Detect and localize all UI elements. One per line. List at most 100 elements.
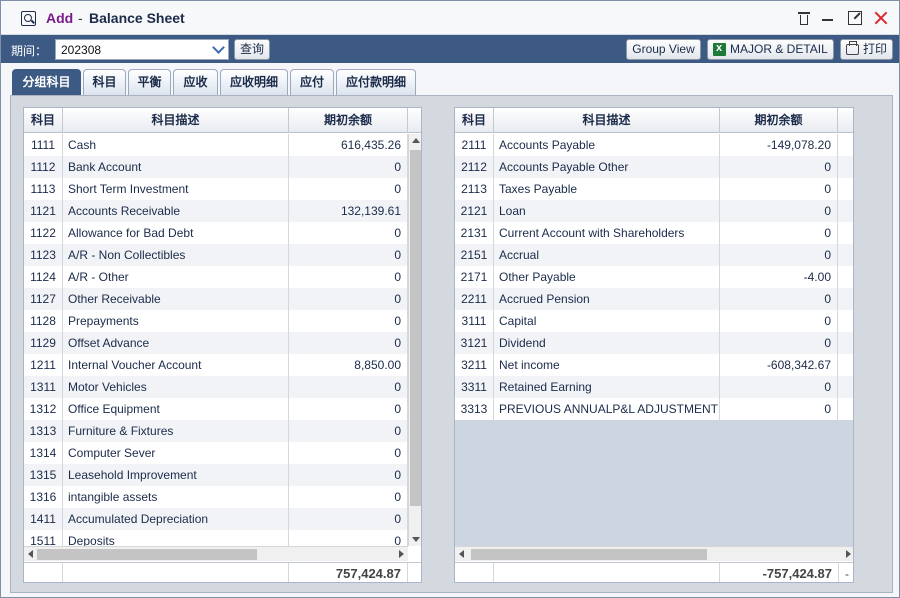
column-header-code[interactable]: 科目 bbox=[455, 108, 494, 133]
opening-balance: 0 bbox=[720, 332, 838, 354]
opening-balance: 132,139.61 bbox=[289, 200, 408, 222]
table-row[interactable]: 1211 Internal Voucher Account 8,850.00 bbox=[24, 354, 421, 376]
account-code: 1411 bbox=[24, 508, 63, 530]
account-code: 2151 bbox=[455, 244, 494, 266]
title-bar: Add - Balance Sheet bbox=[1, 1, 899, 35]
horizontal-scrollbar[interactable] bbox=[24, 546, 408, 561]
table-row[interactable]: 2211 Accrued Pension 0 bbox=[455, 288, 853, 310]
print-button[interactable]: 打印 bbox=[840, 39, 893, 60]
table-row[interactable]: 1121 Accounts Receivable 132,139.61 bbox=[24, 200, 421, 222]
table-row[interactable]: 3111 Capital 0 bbox=[455, 310, 853, 332]
scroll-thumb[interactable] bbox=[37, 549, 257, 560]
table-row[interactable]: 3313 PREVIOUS ANNUALP&L ADJUSTMENT 0 bbox=[455, 398, 853, 420]
table-row[interactable]: 2111 Accounts Payable -149,078.20 bbox=[455, 134, 853, 156]
vertical-scrollbar[interactable] bbox=[408, 134, 421, 546]
tab-receivable[interactable]: 应收 bbox=[173, 69, 218, 95]
grid-header: 科目 科目描述 期初余额 bbox=[455, 108, 853, 133]
account-description: Short Term Investment bbox=[63, 178, 289, 200]
grid-empty-area bbox=[455, 420, 853, 546]
account-description: PREVIOUS ANNUALP&L ADJUSTMENT bbox=[494, 398, 720, 420]
table-row[interactable]: 2151 Accrual 0 bbox=[455, 244, 853, 266]
table-row[interactable]: 2131 Current Account with Shareholders 0 bbox=[455, 222, 853, 244]
account-code: 3111 bbox=[455, 310, 494, 332]
column-header-code[interactable]: 科目 bbox=[24, 108, 63, 133]
scroll-thumb[interactable] bbox=[471, 549, 707, 560]
table-row[interactable]: 1127 Other Receivable 0 bbox=[24, 288, 421, 310]
column-header-opening-balance[interactable]: 期初余额 bbox=[720, 108, 838, 133]
table-row[interactable]: 1123 A/R - Non Collectibles 0 bbox=[24, 244, 421, 266]
major-detail-button[interactable]: MAJOR & DETAIL bbox=[707, 39, 834, 60]
account-code: 2211 bbox=[455, 288, 494, 310]
table-row[interactable]: 1122 Allowance for Bad Debt 0 bbox=[24, 222, 421, 244]
table-row[interactable]: 1312 Office Equipment 0 bbox=[24, 398, 421, 420]
account-description: Current Account with Shareholders bbox=[494, 222, 720, 244]
liabilities-rows: 2111 Accounts Payable -149,078.20 2112 Accou… bbox=[455, 134, 853, 420]
table-row[interactable]: 1124 A/R - Other 0 bbox=[24, 266, 421, 288]
excel-icon bbox=[713, 39, 726, 58]
account-description: Bank Account bbox=[63, 156, 289, 178]
table-row[interactable]: 3311 Retained Earning 0 bbox=[455, 376, 853, 398]
table-row[interactable]: 1128 Prepayments 0 bbox=[24, 310, 421, 332]
tab-accounts[interactable]: 科目 bbox=[83, 69, 126, 95]
account-code: 1316 bbox=[24, 486, 63, 508]
account-code: 2113 bbox=[455, 178, 494, 200]
table-row[interactable]: 2112 Accounts Payable Other 0 bbox=[455, 156, 853, 178]
scroll-thumb[interactable] bbox=[410, 150, 421, 506]
account-description: Net income bbox=[494, 354, 720, 376]
table-row[interactable]: 3121 Dividend 0 bbox=[455, 332, 853, 354]
table-row[interactable]: 1314 Computer Sever 0 bbox=[24, 442, 421, 464]
tab-bar: 分组科目 科目 平衡 应收 应收明细 应付 应付款明细 bbox=[1, 63, 899, 95]
close-icon[interactable] bbox=[873, 10, 889, 26]
arrow-up-icon[interactable] bbox=[412, 138, 420, 143]
arrow-left-icon[interactable] bbox=[28, 550, 33, 558]
account-description: Computer Sever bbox=[63, 442, 289, 464]
account-description: A/R - Non Collectibles bbox=[63, 244, 289, 266]
account-description: Offset Advance bbox=[63, 332, 289, 354]
arrow-down-icon[interactable] bbox=[412, 537, 420, 542]
arrow-left-icon[interactable] bbox=[459, 550, 464, 558]
group-view-button[interactable]: Group View bbox=[626, 39, 701, 60]
table-row[interactable]: 1111 Cash 616,435.26 bbox=[24, 134, 421, 156]
table-row[interactable]: 2171 Other Payable -4.00 bbox=[455, 266, 853, 288]
column-header-opening-balance[interactable]: 期初余额 bbox=[289, 108, 408, 133]
table-row[interactable]: 1129 Offset Advance 0 bbox=[24, 332, 421, 354]
table-row[interactable]: 1313 Furniture & Fixtures 0 bbox=[24, 420, 421, 442]
query-button[interactable]: 查询 bbox=[234, 39, 270, 60]
horizontal-scrollbar[interactable] bbox=[455, 546, 853, 561]
account-code: 2112 bbox=[455, 156, 494, 178]
table-row[interactable]: 1113 Short Term Investment 0 bbox=[24, 178, 421, 200]
trash-icon[interactable] bbox=[796, 10, 812, 26]
tab-receivable-detail[interactable]: 应收明细 bbox=[220, 69, 288, 95]
tab-balance[interactable]: 平衡 bbox=[128, 69, 171, 95]
period-select[interactable]: 202308 bbox=[55, 39, 229, 60]
tab-content: 科目 科目描述 期初余额 1111 Cash 616,435.26 1112 Bank … bbox=[10, 95, 893, 593]
account-code: 1128 bbox=[24, 310, 63, 332]
opening-balance: 0 bbox=[720, 156, 838, 178]
title-separator: - bbox=[78, 10, 83, 26]
account-code: 1113 bbox=[24, 178, 63, 200]
period-label: 期间： bbox=[11, 44, 48, 58]
chevron-down-icon[interactable] bbox=[212, 43, 224, 55]
liabilities-grid: 科目 科目描述 期初余额 2111 Accounts Payable -149,07… bbox=[454, 107, 854, 583]
major-detail-label: MAJOR & DETAIL bbox=[730, 42, 828, 56]
table-row[interactable]: 1311 Motor Vehicles 0 bbox=[24, 376, 421, 398]
arrow-right-icon[interactable] bbox=[399, 550, 404, 558]
table-row[interactable]: 3211 Net income -608,342.67 bbox=[455, 354, 853, 376]
tab-payable-detail[interactable]: 应付款明细 bbox=[336, 69, 416, 95]
column-header-description[interactable]: 科目描述 bbox=[494, 108, 720, 133]
column-header-description[interactable]: 科目描述 bbox=[63, 108, 289, 133]
maximize-icon[interactable] bbox=[847, 10, 863, 26]
tab-payable[interactable]: 应付 bbox=[290, 69, 334, 95]
tab-group-accounts[interactable]: 分组科目 bbox=[12, 69, 81, 95]
title-mode: Add bbox=[46, 10, 74, 26]
minimize-icon[interactable] bbox=[820, 10, 836, 26]
arrow-right-icon[interactable] bbox=[846, 550, 851, 558]
account-description: Other Receivable bbox=[63, 288, 289, 310]
table-row[interactable]: 1315 Leasehold Improvement 0 bbox=[24, 464, 421, 486]
table-row[interactable]: 2113 Taxes Payable 0 bbox=[455, 178, 853, 200]
table-row[interactable]: 1411 Accumulated Depreciation 0 bbox=[24, 508, 421, 530]
table-row[interactable]: 1112 Bank Account 0 bbox=[24, 156, 421, 178]
table-row[interactable]: 1316 intangible assets 0 bbox=[24, 486, 421, 508]
table-row[interactable]: 2121 Loan 0 bbox=[455, 200, 853, 222]
account-description: Office Equipment bbox=[63, 398, 289, 420]
